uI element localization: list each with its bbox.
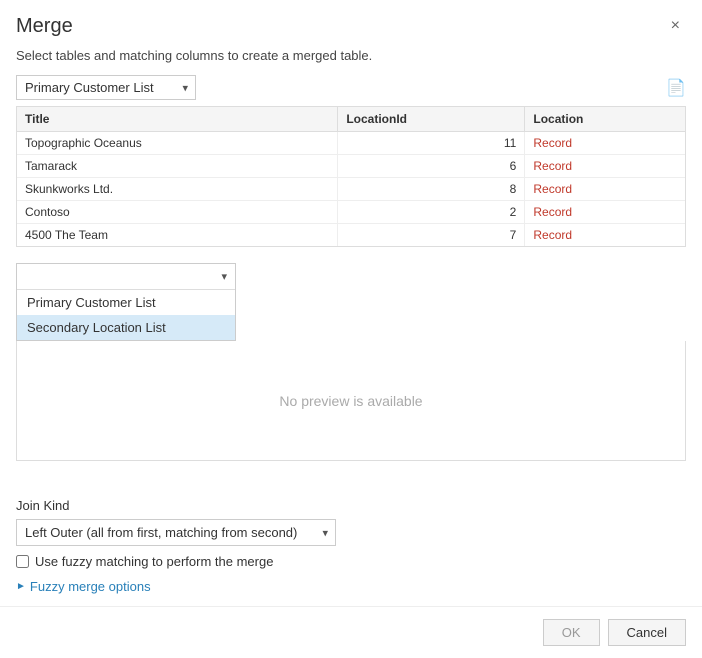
- join-dropdown-wrapper: Left Outer (all from first, matching fro…: [16, 519, 336, 546]
- dialog-footer: OK Cancel: [0, 606, 702, 658]
- cell-location[interactable]: Record: [525, 178, 685, 201]
- primary-section: Primary Customer List Secondary Location…: [16, 75, 686, 247]
- secondary-layout: ▾ Primary Customer List Secondary Locati…: [16, 263, 686, 341]
- preview-text: No preview is available: [279, 393, 422, 409]
- secondary-option-secondary[interactable]: Secondary Location List: [17, 315, 235, 340]
- cell-location[interactable]: Record: [525, 132, 685, 155]
- col-title: Title: [17, 107, 338, 132]
- secondary-section: ▾ Primary Customer List Secondary Locati…: [16, 263, 686, 461]
- table-header: Title LocationId Location: [17, 107, 685, 132]
- secondary-dropdown-list: Primary Customer List Secondary Location…: [17, 290, 235, 340]
- col-location: Location: [525, 107, 685, 132]
- cell-title: Tamarack: [17, 155, 338, 178]
- cell-location[interactable]: Record: [525, 155, 685, 178]
- join-kind-label: Join Kind: [16, 498, 686, 513]
- join-kind-dropdown[interactable]: Left Outer (all from first, matching fro…: [16, 519, 336, 546]
- table-row[interactable]: 4500 The Team 7 Record: [17, 224, 685, 247]
- table-row[interactable]: Tamarack 6 Record: [17, 155, 685, 178]
- table-row[interactable]: Topographic Oceanus 11 Record: [17, 132, 685, 155]
- cell-title: Skunkworks Ltd.: [17, 178, 338, 201]
- secondary-option-primary[interactable]: Primary Customer List: [17, 290, 235, 315]
- cell-title: 4500 The Team: [17, 224, 338, 247]
- cell-locationid: 2: [338, 201, 525, 224]
- table-header-row: Title LocationId Location: [17, 107, 685, 132]
- dialog-content: Primary Customer List Secondary Location…: [0, 75, 702, 486]
- secondary-dropdown-open[interactable]: ▾ Primary Customer List Secondary Locati…: [16, 263, 236, 341]
- close-button[interactable]: ×: [665, 14, 686, 38]
- primary-table-container: Title LocationId Location Topographic Oc…: [16, 106, 686, 247]
- fuzzy-options-link[interactable]: ► Fuzzy merge options: [16, 579, 686, 594]
- col-locationid: LocationId: [338, 107, 525, 132]
- file-icon: 📄: [666, 78, 686, 98]
- title-bar: Merge ×: [0, 0, 702, 44]
- primary-dropdown-row: Primary Customer List Secondary Location…: [16, 75, 686, 100]
- cell-locationid: 8: [338, 178, 525, 201]
- merge-dialog: Merge × Select tables and matching colum…: [0, 0, 702, 658]
- ok-button[interactable]: OK: [543, 619, 600, 646]
- cell-location[interactable]: Record: [525, 224, 685, 247]
- table-row[interactable]: Skunkworks Ltd. 8 Record: [17, 178, 685, 201]
- table-row[interactable]: Contoso 2 Record: [17, 201, 685, 224]
- fuzzy-link-label: Fuzzy merge options: [30, 579, 151, 594]
- preview-box: No preview is available: [16, 341, 686, 461]
- chevron-down-icon: ▾: [221, 270, 227, 283]
- table-body: Topographic Oceanus 11 Record Tamarack 6…: [17, 132, 685, 247]
- cell-location[interactable]: Record: [525, 201, 685, 224]
- secondary-dropdown-value: [25, 269, 29, 284]
- secondary-dropdown-trigger[interactable]: ▾: [17, 264, 235, 290]
- cell-locationid: 11: [338, 132, 525, 155]
- primary-dropdown-wrapper: Primary Customer List Secondary Location…: [16, 75, 196, 100]
- cell-locationid: 6: [338, 155, 525, 178]
- cell-title: Topographic Oceanus: [17, 132, 338, 155]
- cell-locationid: 7: [338, 224, 525, 247]
- cell-title: Contoso: [17, 201, 338, 224]
- dialog-title: Merge: [16, 15, 73, 38]
- fuzzy-checkbox-row: Use fuzzy matching to perform the merge: [16, 554, 686, 569]
- cancel-button[interactable]: Cancel: [608, 619, 686, 646]
- fuzzy-checkbox-label: Use fuzzy matching to perform the merge: [35, 554, 273, 569]
- join-section: Join Kind Left Outer (all from first, ma…: [0, 486, 702, 606]
- chevron-right-icon: ►: [16, 581, 26, 592]
- dialog-subtitle: Select tables and matching columns to cr…: [0, 44, 702, 75]
- fuzzy-checkbox[interactable]: [16, 555, 29, 568]
- primary-data-table: Title LocationId Location Topographic Oc…: [17, 107, 685, 246]
- primary-table-dropdown[interactable]: Primary Customer List Secondary Location…: [16, 75, 196, 100]
